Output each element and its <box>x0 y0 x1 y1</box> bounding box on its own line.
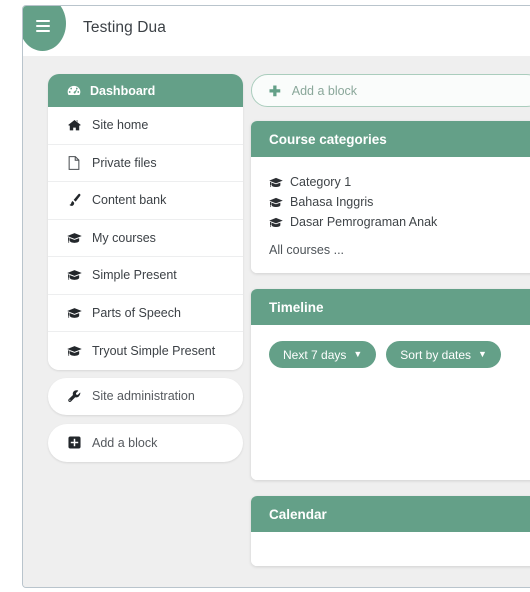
plus-square-icon <box>66 436 82 449</box>
sidebar-item-label: Site home <box>92 118 149 133</box>
screenshot-viewport: Testing Dua Dashboard Site home Private … <box>0 0 530 592</box>
sidebar-item-label: My courses <box>92 230 156 245</box>
blocks-column: ✚ Add a block Course categories Category… <box>251 74 530 582</box>
category-label: Bahasa Inggris <box>290 195 374 209</box>
chevron-down-icon: ▼ <box>478 349 487 359</box>
sidebar-item-label: Dashboard <box>90 83 156 98</box>
add-block-label: Add a block <box>291 83 358 98</box>
sidebar-item-dashboard[interactable]: Dashboard <box>48 74 243 107</box>
tachometer-icon <box>66 85 81 97</box>
sidebar-item-content-bank[interactable]: Content bank <box>48 182 243 220</box>
filter-label: Sort by dates <box>400 347 472 362</box>
block-body: Category 1 Bahasa Inggris Dasar Pemrogra… <box>251 157 530 273</box>
sidebar-item-label: Parts of Speech <box>92 305 181 320</box>
block-calendar: Calendar <box>251 496 530 566</box>
timeline-sort-filter[interactable]: Sort by dates ▼ <box>386 341 501 368</box>
timeline-date-filter[interactable]: Next 7 days ▼ <box>269 341 377 368</box>
page-title: Testing Dua <box>83 19 166 36</box>
block-title: Course categories <box>251 121 530 157</box>
sidebar-item-add-a-block[interactable]: Add a block <box>48 424 243 462</box>
list-item[interactable]: Dasar Pemrograman Anak <box>269 215 525 229</box>
chevron-down-icon: ▼ <box>353 349 363 359</box>
sidebar-navigation: Dashboard Site home Private files Conten… <box>48 74 243 471</box>
category-label: Dasar Pemrograman Anak <box>290 215 438 229</box>
graduation-cap-icon <box>66 307 82 319</box>
block-body: Next 7 days ▼ Sort by dates ▼ <box>251 325 530 480</box>
list-item[interactable]: Category 1 <box>269 175 525 189</box>
top-navbar: Testing Dua <box>23 6 530 56</box>
sidebar-item-label: Content bank <box>92 193 167 208</box>
sidebar-nav-card: Dashboard Site home Private files Conten… <box>48 74 243 370</box>
sidebar-item-label: Private files <box>92 155 157 170</box>
sidebar-item-tryout-simple-present[interactable]: Tryout Simple Present <box>48 332 243 370</box>
sidebar-item-simple-present[interactable]: Simple Present <box>48 257 243 295</box>
browser-frame: Testing Dua Dashboard Site home Private … <box>22 5 530 588</box>
sidebar-item-label: Simple Present <box>92 268 177 283</box>
paint-brush-icon <box>66 193 82 207</box>
block-title: Calendar <box>251 496 530 532</box>
filter-label: Next 7 days <box>283 347 347 362</box>
plus-icon: ✚ <box>269 82 281 99</box>
hamburger-menu-icon[interactable] <box>23 6 66 51</box>
graduation-cap-icon <box>66 345 82 357</box>
graduation-cap-icon <box>269 197 283 208</box>
sidebar-item-site-administration[interactable]: Site administration <box>48 377 243 415</box>
wrench-icon <box>66 389 82 403</box>
graduation-cap-icon <box>269 177 283 188</box>
sidebar-item-label: Add a block <box>92 435 158 450</box>
sidebar-item-label: Site administration <box>92 389 195 404</box>
home-icon <box>66 119 82 132</box>
category-label: Category 1 <box>290 175 352 189</box>
timeline-filters: Next 7 days ▼ Sort by dates ▼ <box>269 341 525 368</box>
add-block-button[interactable]: ✚ Add a block <box>251 74 530 107</box>
graduation-cap-icon <box>66 269 82 281</box>
content-area: Dashboard Site home Private files Conten… <box>23 56 530 587</box>
all-courses-link[interactable]: All courses ... <box>269 243 344 257</box>
sidebar-item-site-home[interactable]: Site home <box>48 107 243 145</box>
sidebar-item-parts-of-speech[interactable]: Parts of Speech <box>48 294 243 332</box>
block-title: Timeline <box>251 289 530 325</box>
sidebar-item-label: Tryout Simple Present <box>92 343 216 358</box>
block-body <box>251 532 530 566</box>
block-course-categories: Course categories Category 1 Bahasa Ingg… <box>251 121 530 273</box>
list-item[interactable]: Bahasa Inggris <box>269 195 525 209</box>
hamburger-bars <box>35 19 50 32</box>
course-category-list: Category 1 Bahasa Inggris Dasar Pemrogra… <box>269 175 525 229</box>
graduation-cap-icon <box>66 232 82 244</box>
block-timeline: Timeline Next 7 days ▼ Sort by dates ▼ <box>251 289 530 480</box>
graduation-cap-icon <box>269 217 283 228</box>
sidebar-item-private-files[interactable]: Private files <box>48 144 243 182</box>
sidebar-item-my-courses[interactable]: My courses <box>48 219 243 257</box>
file-icon <box>66 155 82 170</box>
